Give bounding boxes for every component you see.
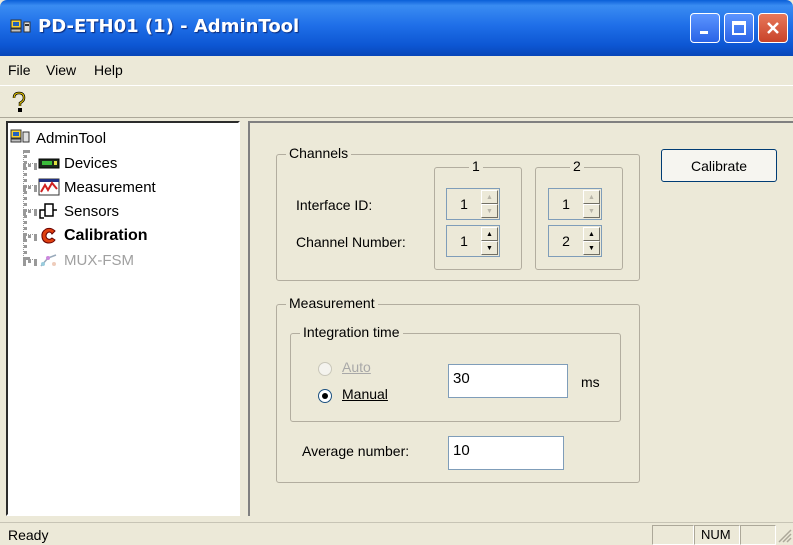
spinner-value: 1 (562, 196, 570, 212)
spinner-value: 1 (460, 196, 468, 212)
interface-id-2-spinner[interactable]: 1 ▲ ▼ (548, 188, 602, 220)
tree-item-sensors[interactable]: Sensors (38, 200, 119, 222)
interface-id-1-spinner[interactable]: 1 ▲ ▼ (446, 188, 500, 220)
integration-time-title: Integration time (300, 324, 403, 340)
measurement-icon (38, 178, 60, 196)
spin-up-icon[interactable]: ▲ (583, 190, 600, 204)
average-number-input[interactable]: 10 (448, 436, 564, 470)
tree-item-admintool[interactable]: AdminTool (10, 127, 106, 149)
auto-radio[interactable] (318, 362, 332, 376)
ms-unit-label: ms (581, 374, 600, 390)
tree-connector (23, 234, 37, 238)
num-lock-indicator: NUM (694, 525, 740, 545)
channel-number-1-spinner[interactable]: 1 ▲ ▼ (446, 225, 500, 257)
spin-down-icon[interactable]: ▼ (481, 241, 498, 255)
status-pane-scroll (740, 525, 776, 545)
channel-1-header: 1 (469, 158, 483, 174)
calibration-icon (41, 227, 56, 244)
manual-radio[interactable] (318, 389, 332, 403)
window-title: PD-ETH01 (1) - AdminTool (38, 16, 300, 37)
tree-connector (23, 185, 37, 189)
status-text: Ready (8, 527, 49, 543)
menu-view[interactable]: View (46, 62, 76, 78)
tree-item-measurement[interactable]: Measurement (38, 176, 156, 198)
spin-up-icon[interactable]: ▲ (583, 227, 600, 241)
menu-bar: File View Help (0, 56, 793, 85)
tree-label: Measurement (64, 178, 156, 196)
tree-label: AdminTool (36, 129, 107, 147)
interface-id-label: Interface ID: (296, 197, 373, 213)
status-bar: Ready NUM (0, 522, 793, 545)
spin-down-icon[interactable]: ▼ (583, 241, 600, 255)
minimize-button[interactable] (690, 13, 720, 43)
menu-help[interactable]: Help (94, 62, 123, 78)
tree-connector (23, 259, 37, 263)
tree-label: Devices (64, 154, 118, 172)
integration-time-input[interactable]: 30 (448, 364, 568, 398)
close-button[interactable] (758, 13, 788, 43)
manual-label: Manual (342, 386, 388, 402)
resize-grip-icon[interactable] (778, 529, 792, 543)
admintool-icon (10, 129, 30, 143)
tree-item-calibration[interactable]: Calibration (38, 225, 148, 247)
title-bar[interactable]: PD-ETH01 (1) - AdminTool (0, 0, 793, 56)
measurement-title: Measurement (286, 295, 378, 311)
toolbar (0, 85, 793, 118)
maximize-icon (732, 21, 746, 35)
tree-label: Sensors (64, 202, 120, 220)
menu-file[interactable]: File (8, 62, 31, 78)
maximize-button[interactable] (724, 13, 754, 43)
channels-title: Channels (286, 145, 352, 161)
mux-fsm-icon (40, 254, 57, 267)
channel-number-label: Channel Number: (296, 234, 406, 250)
spin-up-icon[interactable]: ▲ (481, 190, 498, 204)
tree-item-devices[interactable]: Devices (38, 152, 117, 174)
app-icon (10, 19, 31, 33)
average-number-label: Average number: (302, 443, 410, 459)
channel-2-header: 2 (570, 158, 584, 174)
help-icon[interactable] (7, 90, 31, 114)
tree-connector (23, 163, 37, 167)
spinner-value: 2 (562, 233, 570, 249)
auto-label: Auto (342, 359, 371, 375)
status-pane-empty (652, 525, 694, 545)
navigation-tree: AdminTool Devices Measurement Sensors Ca… (6, 121, 240, 516)
tree-item-mux-fsm[interactable]: MUX-FSM (38, 249, 134, 271)
spin-down-icon[interactable]: ▼ (481, 204, 498, 218)
channel-number-2-spinner[interactable]: 2 ▲ ▼ (548, 225, 602, 257)
minimize-icon (700, 31, 708, 34)
devices-icon (38, 158, 60, 169)
sensors-icon (39, 203, 57, 219)
tree-label: Calibration (64, 227, 148, 244)
spin-down-icon[interactable]: ▼ (583, 204, 600, 218)
close-icon (767, 22, 779, 34)
calibrate-button-label: Calibrate (690, 157, 748, 174)
spin-up-icon[interactable]: ▲ (481, 227, 498, 241)
spinner-value: 1 (460, 233, 468, 249)
tree-connector (23, 209, 37, 213)
tree-label: MUX-FSM (64, 251, 134, 269)
calibrate-button[interactable]: Calibrate (661, 149, 777, 182)
app-window: PD-ETH01 (1) - AdminTool File View Help (0, 0, 793, 545)
